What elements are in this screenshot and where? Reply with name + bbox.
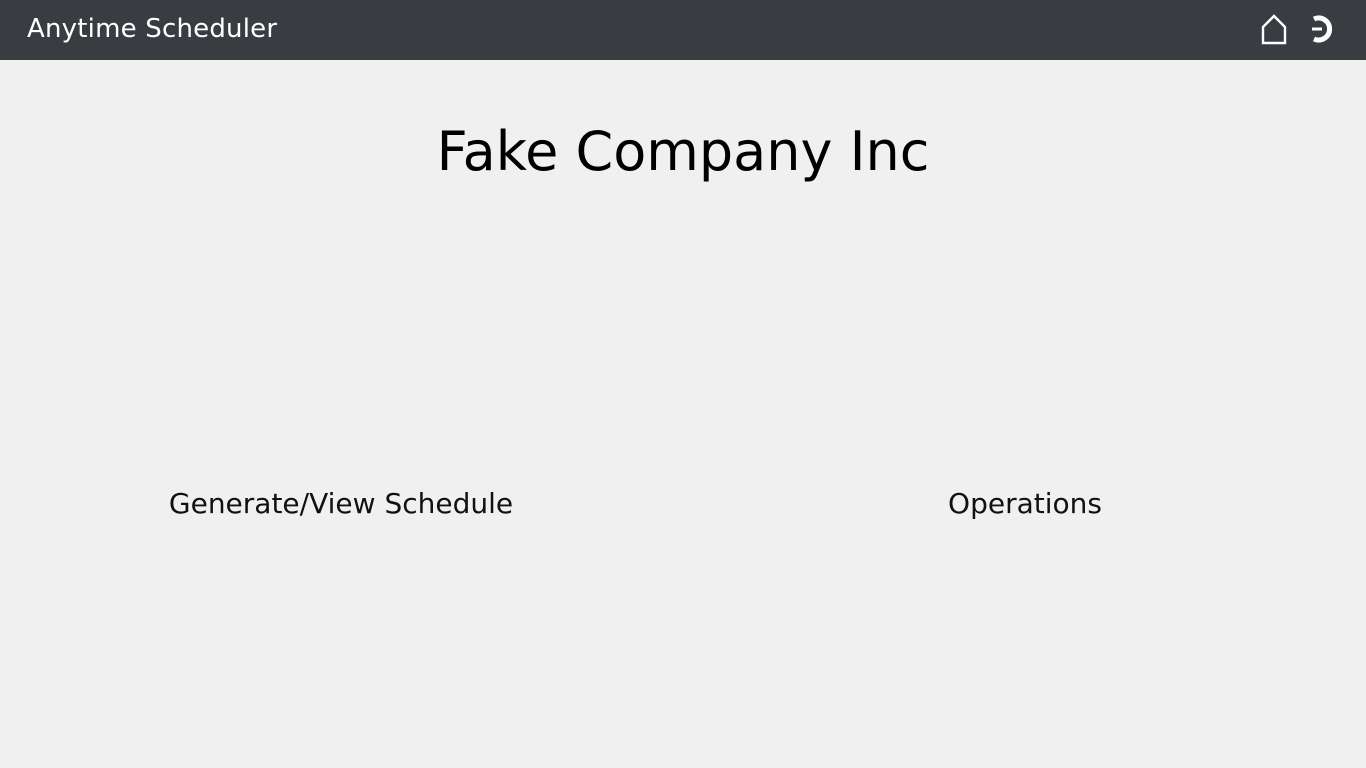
generate-view-schedule-link[interactable]: Generate/View Schedule — [140, 484, 542, 524]
logout-icon[interactable] — [1309, 13, 1339, 45]
operations-link[interactable]: Operations — [900, 484, 1150, 524]
home-icon[interactable] — [1259, 13, 1289, 45]
company-name-heading: Fake Company Inc — [436, 120, 930, 183]
app-title: Anytime Scheduler — [27, 14, 278, 44]
top-navigation-bar: Anytime Scheduler — [0, 0, 1366, 60]
